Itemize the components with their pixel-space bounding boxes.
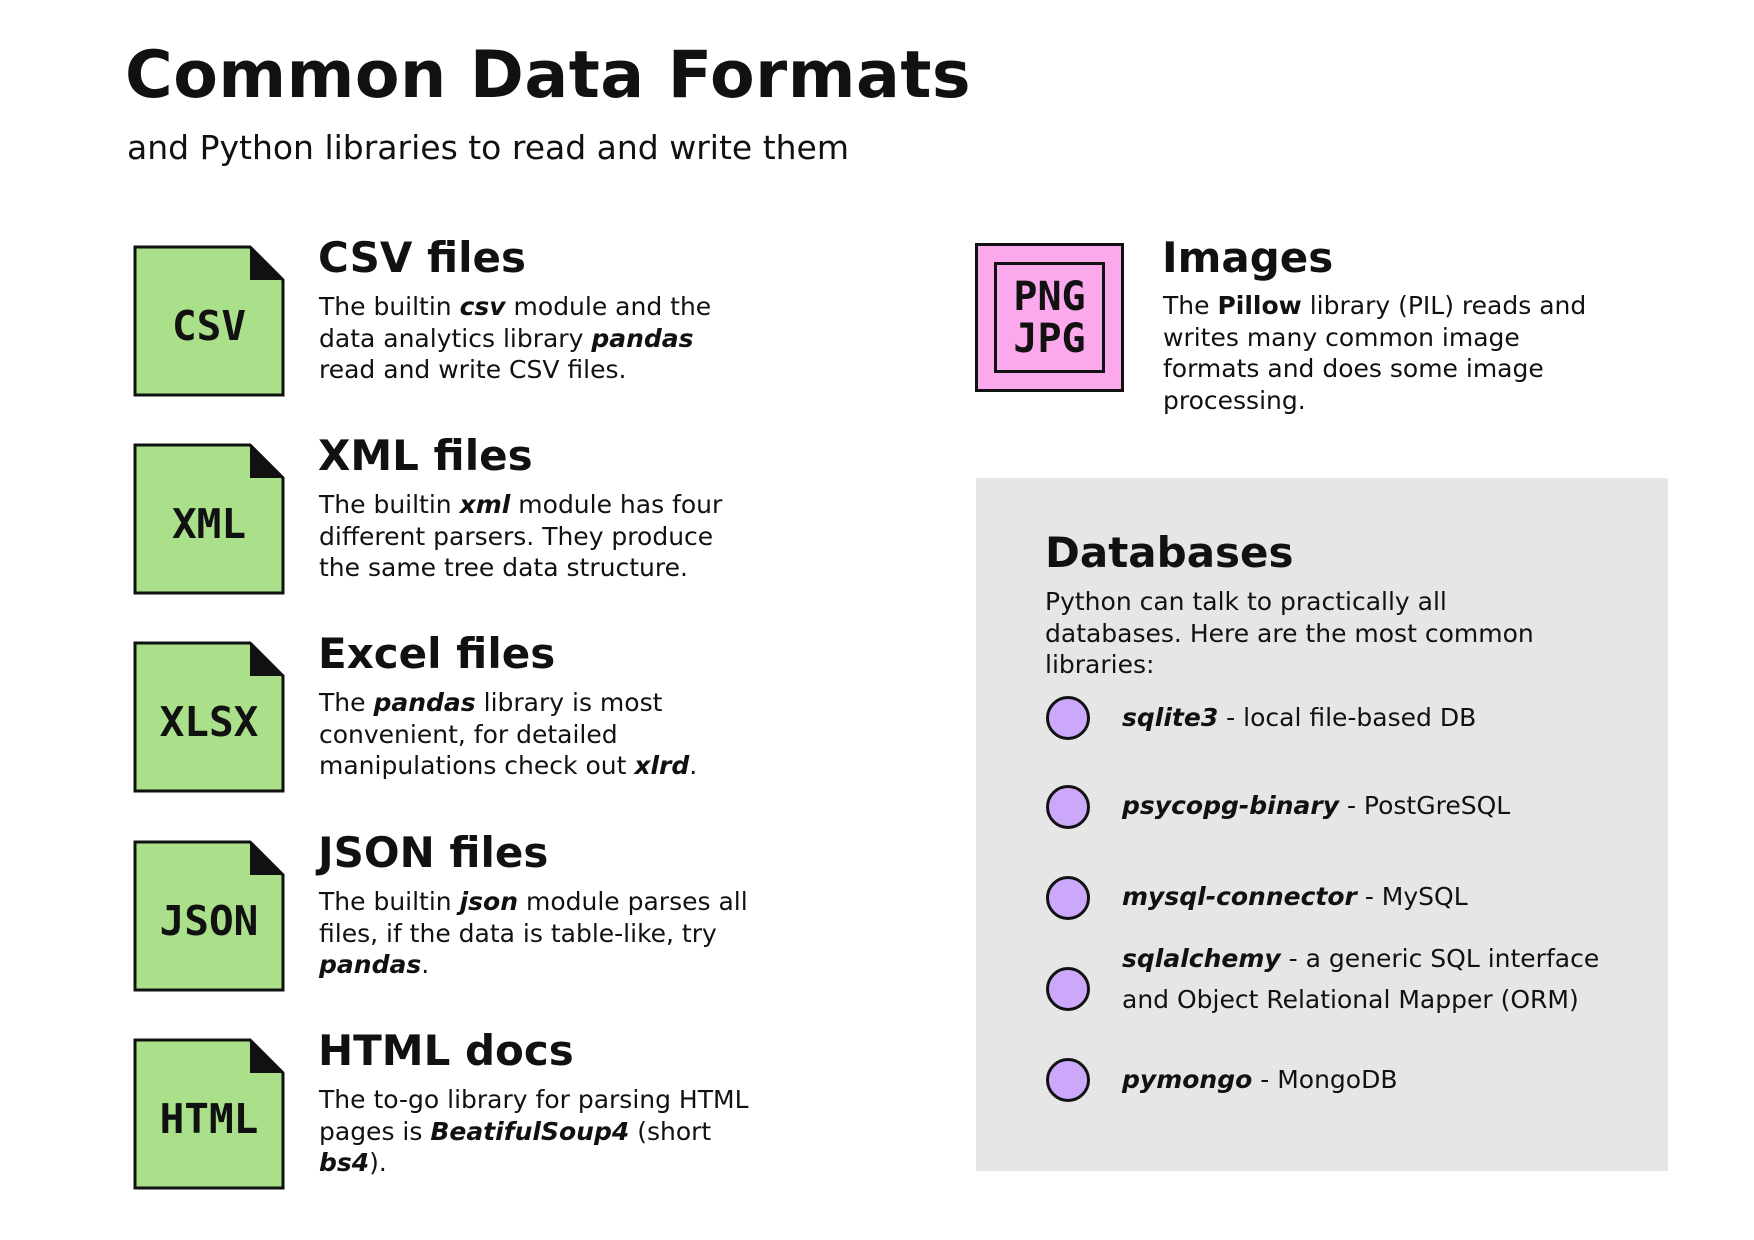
db-item-text: sqlite3 - local file-based DB	[1122, 703, 1477, 732]
bullet-circle-icon	[1046, 967, 1090, 1011]
json-title: JSON files	[318, 828, 549, 877]
xml-file-icon: XML	[133, 443, 285, 595]
excel-description: The pandas library is most convenient, f…	[319, 688, 698, 780]
bullet-circle-icon	[1046, 696, 1090, 740]
csv-title: CSV files	[318, 233, 526, 282]
csv-icon-label: CSV	[171, 302, 247, 350]
pandas-lib-name: pandas	[373, 688, 476, 717]
bullet-circle-icon	[1046, 876, 1090, 920]
bs4-lib-name: bs4	[319, 1148, 370, 1177]
page-subtitle: and Python libraries to read and write t…	[127, 128, 850, 167]
json-file-icon: JSON	[133, 840, 285, 992]
db-item-text: mysql-connector - MySQL	[1122, 882, 1468, 911]
bullet-circle-icon	[1046, 785, 1090, 829]
format-html: HTML HTML docs The to-go library for par…	[0, 1026, 800, 1208]
html-file-icon: HTML	[133, 1038, 285, 1190]
html-title: HTML docs	[318, 1026, 574, 1075]
databases-title: Databases	[1045, 528, 1294, 577]
format-xml: XML XML files The builtin xml module has…	[0, 431, 800, 613]
db-item-text: sqlalchemy - a generic SQL interface and…	[1122, 944, 1600, 1014]
csv-lib-name: csv	[459, 292, 506, 321]
json-icon-label: JSON	[159, 897, 259, 945]
json-lib-name: json	[459, 887, 519, 916]
format-json: JSON JSON files The builtin json module …	[0, 828, 800, 1010]
databases-panel: Databases Python can talk to practically…	[976, 478, 1668, 1171]
images-title: Images	[1162, 233, 1334, 282]
db-item-text: psycopg-binary - PostGreSQL	[1122, 791, 1511, 820]
png-label: PNG	[1013, 273, 1086, 320]
bullet-circle-icon	[1046, 1058, 1090, 1102]
xml-description: The builtin xml module has four differen…	[319, 490, 723, 582]
jpg-label: JPG	[1013, 315, 1086, 362]
db-item-text: pymongo - MongoDB	[1122, 1065, 1398, 1094]
xml-lib-name: xml	[459, 490, 511, 519]
images-description: The Pillow library (PIL) reads and write…	[1163, 291, 1587, 415]
databases-description: Python can talk to practically all datab…	[1045, 587, 1534, 679]
json-description: The builtin json module parses all files…	[319, 887, 748, 979]
beautifulsoup-lib-name: BeatifulSoup4	[430, 1116, 630, 1146]
html-description: The to-go library for parsing HTML pages…	[319, 1085, 749, 1177]
excel-title: Excel files	[318, 629, 556, 678]
format-excel: XLSX Excel files The pandas library is m…	[0, 629, 800, 811]
csv-description: The builtin csv module and the data anal…	[319, 292, 712, 384]
xlrd-lib-name: xlrd	[634, 751, 690, 780]
html-icon-label: HTML	[159, 1095, 259, 1143]
page-title: Common Data Formats	[125, 38, 972, 113]
image-file-icon: PNG JPG	[975, 243, 1124, 392]
pandas-lib-name: pandas	[319, 950, 422, 979]
pillow-lib-name: Pillow	[1217, 291, 1302, 320]
xml-icon-label: XML	[171, 500, 247, 548]
xml-title: XML files	[318, 431, 533, 480]
format-csv: CSV CSV files The builtin csv module and…	[0, 233, 800, 415]
xlsx-file-icon: XLSX	[133, 641, 285, 793]
xlsx-icon-label: XLSX	[159, 698, 259, 746]
csv-file-icon: CSV	[133, 245, 285, 397]
pandas-lib-name: pandas	[591, 323, 694, 353]
